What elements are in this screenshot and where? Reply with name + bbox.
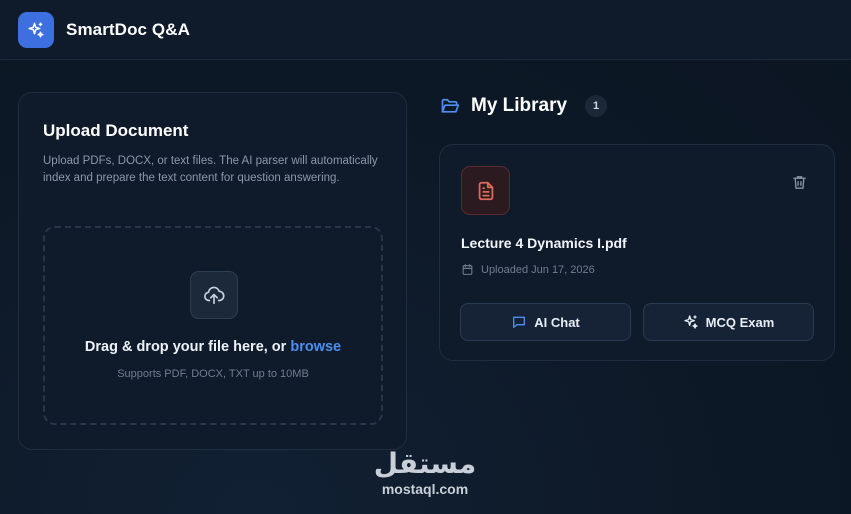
app-title: SmartDoc Q&A (66, 19, 191, 39)
folder-open-icon (441, 98, 460, 113)
mcq-exam-button[interactable]: MCQ Exam (643, 303, 814, 341)
file-type-badge (461, 166, 510, 215)
cloud-upload-icon (204, 286, 225, 305)
sparkles-icon (28, 22, 44, 37)
watermark-latin: mostaql.com (381, 481, 469, 497)
library-header: My Library 1 (440, 93, 608, 119)
file-dropzone[interactable]: Drag & drop your file here, or browse Su… (43, 226, 383, 425)
browse-link[interactable]: browse (290, 339, 341, 355)
watermark: مستقل mostaql.com (370, 448, 480, 498)
dropzone-hint: Supports PDF, DOCX, TXT up to 10MB (117, 368, 309, 380)
library-count-badge: 1 (585, 95, 608, 117)
watermark-arabic: مستقل (373, 447, 477, 480)
ai-chat-label: AI Chat (534, 314, 580, 330)
library-title: My Library (471, 95, 568, 116)
mcq-exam-label: MCQ Exam (705, 314, 775, 330)
calendar-icon (462, 264, 473, 275)
top-bar: SmartDoc Q&A (0, 0, 851, 60)
sparkles-icon (684, 315, 698, 329)
message-square-icon (513, 316, 526, 328)
upload-title: Upload Document (43, 121, 189, 140)
document-upload-date: Uploaded Jun 17, 2026 (461, 263, 595, 276)
upload-button[interactable] (190, 271, 238, 319)
document-name[interactable]: Lecture 4 Dynamics I.pdf (461, 235, 627, 251)
document-card: Lecture 4 Dynamics I.pdf Uploaded Jun 17… (439, 144, 835, 361)
upload-description: Upload PDFs, DOCX, or text files. The AI… (43, 155, 378, 184)
trash-icon (792, 175, 806, 189)
file-text-icon (478, 181, 493, 200)
ai-chat-button[interactable]: AI Chat (460, 303, 631, 341)
upload-card: Upload Document Upload PDFs, DOCX, or te… (18, 92, 407, 450)
app-logo[interactable] (18, 11, 54, 48)
dropzone-text: Drag & drop your file here, or browse (45, 339, 381, 355)
delete-document-button[interactable] (787, 170, 811, 194)
upload-date-text: Uploaded Jun 17, 2026 (481, 263, 595, 276)
dropzone-prompt: Drag & drop your file here, or (84, 339, 291, 355)
